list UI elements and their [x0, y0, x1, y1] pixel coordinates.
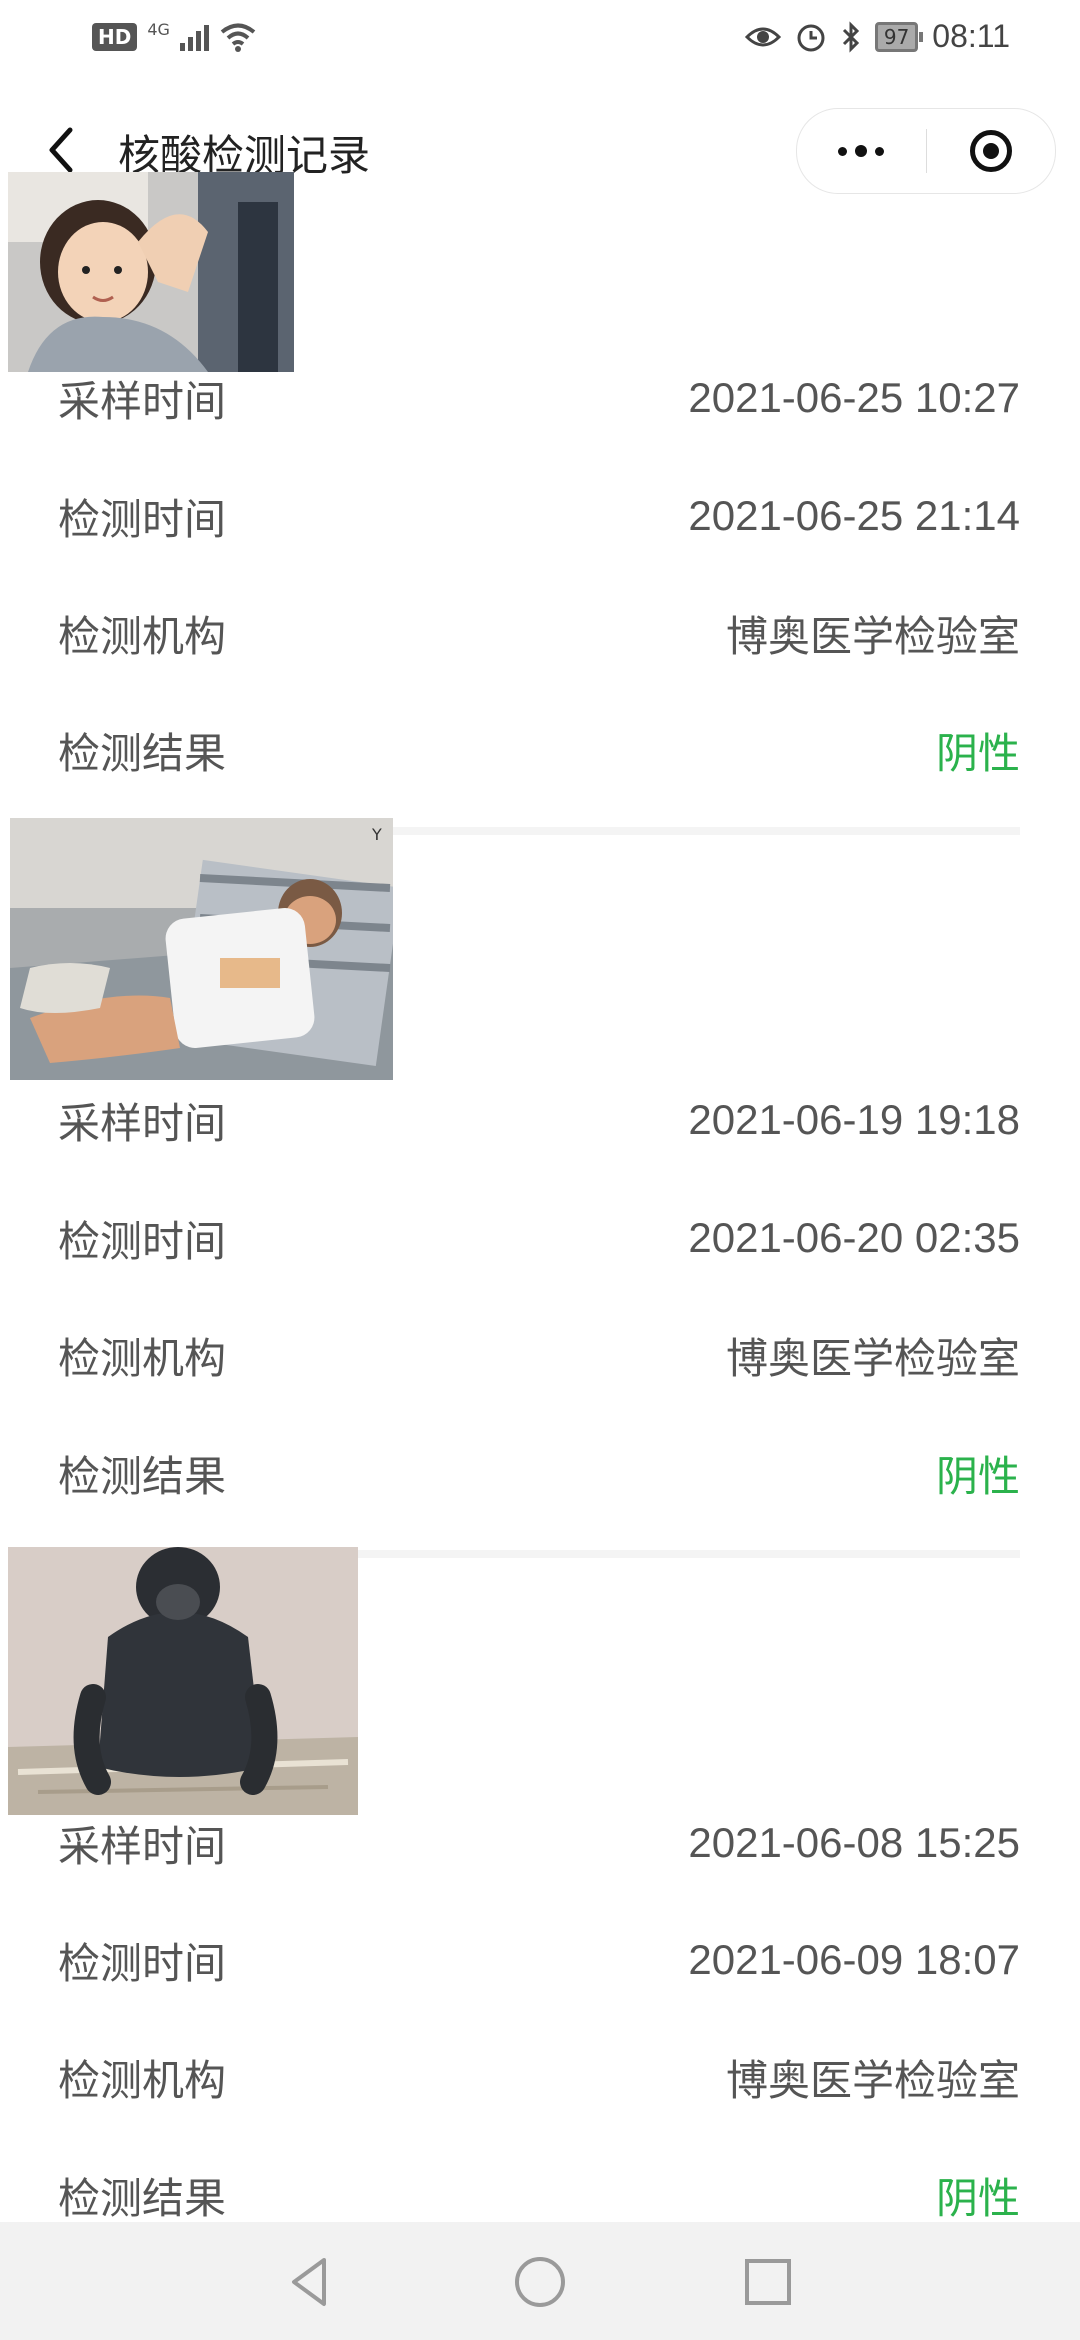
- sample-time-value: 2021-06-08 15:25: [688, 1819, 1020, 1866]
- alarm-icon: [797, 24, 825, 51]
- sample-time-value: 2021-06-19 19:18: [688, 1096, 1020, 1143]
- test-org-label: 检测机构: [58, 611, 227, 661]
- test-time-value: 2021-06-20 02:35: [688, 1214, 1020, 1261]
- sample-time-label: 采样时间: [58, 376, 227, 426]
- test-org-label: 检测机构: [58, 1333, 227, 1383]
- svg-text:Y: Y: [371, 825, 382, 844]
- test-result-value: 阴性: [935, 2173, 1020, 2223]
- record-photo: [8, 1547, 358, 1815]
- status-left: HD 4G: [92, 19, 257, 52]
- test-time-value: 2021-06-09 18:07: [688, 1936, 1020, 1983]
- test-time-label: 检测时间: [58, 494, 227, 544]
- recents-square-icon[interactable]: [738, 2252, 798, 2312]
- test-time-row: 检测时间 2021-06-20 02:35: [58, 1208, 1020, 1268]
- sample-time-row: 采样时间 2021-06-25 10:27: [58, 368, 1020, 428]
- network-type: 4G: [147, 19, 170, 39]
- back-triangle-icon[interactable]: [280, 2252, 340, 2312]
- close-target-icon: [969, 130, 1012, 172]
- test-result-row: 检测结果 阴性: [58, 2165, 1020, 2225]
- bluetooth-icon: [842, 20, 859, 53]
- eye-icon: [744, 27, 781, 46]
- test-result-label: 检测结果: [58, 2173, 227, 2223]
- test-time-value: 2021-06-25 21:14: [688, 492, 1020, 539]
- sample-time-row: 采样时间 2021-06-19 19:18: [58, 1090, 1020, 1150]
- test-org-row: 检测机构 博奥医学检验室: [58, 2047, 1020, 2107]
- system-navigation-bar: [0, 2222, 1080, 2340]
- close-button[interactable]: [927, 109, 1056, 193]
- test-result-label: 检测结果: [58, 1451, 227, 1501]
- test-time-row: 检测时间 2021-06-25 21:14: [58, 486, 1020, 546]
- status-time: 08:11: [932, 18, 1010, 54]
- battery-indicator: 97: [874, 21, 924, 52]
- test-org-label: 检测机构: [58, 2055, 227, 2105]
- test-time-row: 检测时间 2021-06-09 18:07: [58, 1930, 1020, 1990]
- more-dots-icon: [838, 145, 885, 157]
- sample-time-value: 2021-06-25 10:27: [688, 374, 1020, 421]
- test-result-value: 阴性: [935, 728, 1020, 778]
- test-result-value: 阴性: [935, 1451, 1020, 1501]
- record-photo: [8, 172, 294, 372]
- sample-time-label: 采样时间: [58, 1098, 227, 1148]
- test-org-value: 博奥医学检验室: [725, 611, 1020, 661]
- test-org-row: 检测机构 博奥医学检验室: [58, 1325, 1020, 1385]
- record-photo: Y: [10, 818, 393, 1080]
- back-arrow-icon[interactable]: [36, 120, 84, 180]
- test-org-value: 博奥医学检验室: [725, 1333, 1020, 1383]
- status-right: 97 08:11: [744, 18, 1010, 55]
- sample-time-label: 采样时间: [58, 1821, 227, 1871]
- mini-program-capsule: [796, 108, 1056, 194]
- test-time-label: 检测时间: [58, 1938, 227, 1988]
- test-org-row: 检测机构 博奥医学检验室: [58, 603, 1020, 663]
- test-time-label: 检测时间: [58, 1216, 227, 1266]
- test-result-row: 检测结果 阴性: [58, 1443, 1020, 1503]
- signal-icon: [179, 23, 209, 51]
- more-button[interactable]: [797, 109, 926, 193]
- sample-time-row: 采样时间 2021-06-08 15:25: [58, 1813, 1020, 1873]
- home-circle-icon[interactable]: [510, 2252, 570, 2312]
- test-result-label: 检测结果: [58, 728, 227, 778]
- wifi-icon: [220, 23, 256, 52]
- hd-badge: HD: [92, 23, 138, 51]
- status-bar: HD 4G 97 08:11: [0, 0, 1080, 84]
- test-result-row: 检测结果 阴性: [58, 720, 1020, 780]
- test-org-value: 博奥医学检验室: [725, 2055, 1020, 2105]
